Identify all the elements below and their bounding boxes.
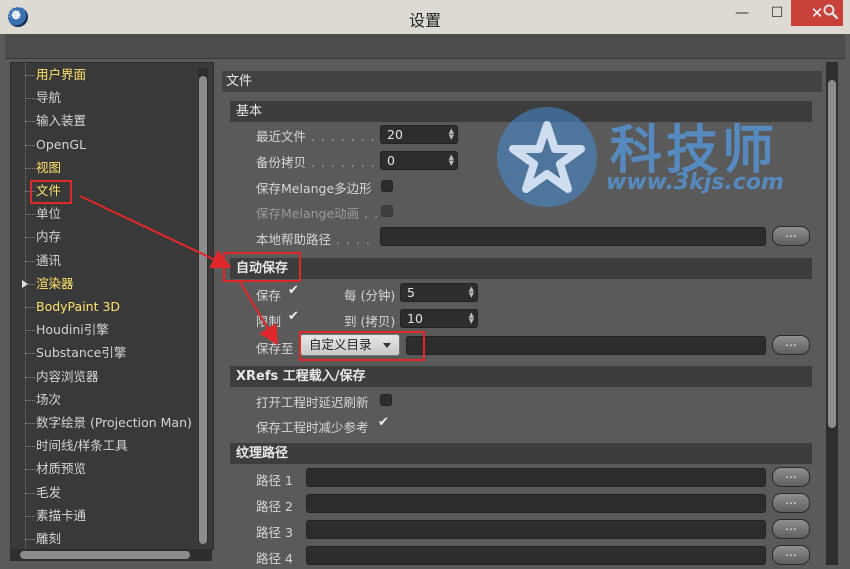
annotation-arrows	[79, 195, 279, 346]
